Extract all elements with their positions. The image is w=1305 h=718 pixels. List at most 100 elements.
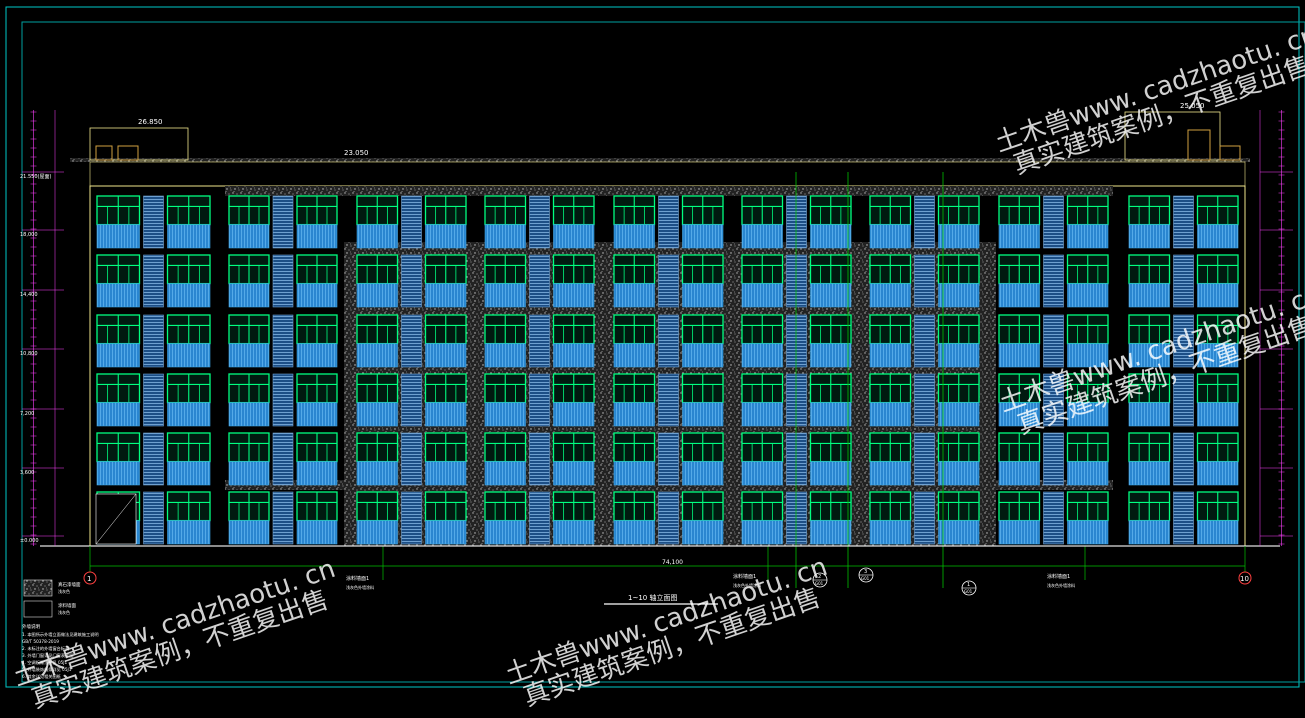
callout-1: 涂料墙面1 [346, 575, 369, 582]
louver-panel [786, 314, 807, 368]
window-unit [869, 432, 980, 486]
svg-text:G01: G01 [964, 589, 973, 594]
balcony-panel [484, 520, 526, 545]
window-unit [1128, 254, 1239, 308]
balcony-panel [810, 343, 852, 368]
louver-panel [272, 254, 294, 308]
legend-stucco-label: 真石漆墙面 [58, 581, 81, 588]
louver-panel [529, 432, 550, 486]
window-unit [484, 432, 595, 486]
balcony-panel [682, 402, 724, 427]
louver-panel [786, 491, 807, 545]
notes-list: 1. 本图所示外墙立面做法见建筑施工说明GB/T 50378-20192. 未标… [22, 631, 99, 680]
window-unit [484, 195, 595, 249]
window-unit [998, 432, 1109, 486]
louver-panel [1173, 254, 1194, 308]
window-unit [613, 195, 724, 249]
balcony-panel [741, 343, 783, 368]
balcony-panel [869, 402, 911, 427]
window-unit [484, 254, 595, 308]
balcony-panel [613, 461, 655, 486]
balcony-panel [296, 283, 338, 308]
callout-1-sub: 浅灰色外墙涂料 [346, 584, 374, 590]
window-unit [1128, 314, 1239, 368]
balcony-panel [682, 283, 724, 308]
balcony-panel [425, 520, 467, 545]
roof-band [89, 161, 1246, 187]
window-unit [228, 373, 338, 427]
louver-panel [272, 432, 294, 486]
balcony-panel [484, 343, 526, 368]
balcony-panel [869, 283, 911, 308]
louver-panel [914, 373, 935, 427]
balcony-panel [296, 402, 338, 427]
legend-stucco-sub: 浅灰色 [58, 588, 70, 594]
louver-panel [401, 373, 422, 427]
callout-2: 涂料墙面1 [733, 573, 756, 580]
louver-panel [143, 373, 164, 427]
louver-panel [1173, 195, 1194, 249]
louver-panel [1173, 314, 1194, 368]
balcony-panel [96, 343, 140, 368]
elevation-drawing: 21.550(屋面) 18,000 14,400 10,800 7,200 3,600 ±0… [5, 6, 1305, 688]
balcony-panel [356, 343, 398, 368]
window-unit [96, 195, 211, 249]
window-unit [96, 432, 211, 486]
balcony-panel [96, 224, 140, 249]
balcony-panel [167, 224, 211, 249]
balcony-panel [228, 343, 270, 368]
window-unit [741, 314, 852, 368]
louver-panel [914, 314, 935, 368]
legend-stucco-swatch [23, 579, 53, 597]
balcony-panel [96, 283, 140, 308]
balcony-panel [1067, 402, 1109, 427]
balcony-panel [998, 402, 1040, 427]
balcony-panel [356, 224, 398, 249]
legend-paint-sub: 浅灰色 [58, 609, 70, 615]
note-line: 1. 本图所示外墙立面做法见建筑施工说明 [22, 631, 99, 638]
window-unit [484, 491, 595, 545]
svg-text:G01: G01 [861, 576, 870, 581]
note-line: 4. 空调板做法参见 05J1 [22, 659, 68, 666]
balcony-panel [356, 402, 398, 427]
louver-panel [143, 491, 164, 545]
louver-panel [786, 432, 807, 486]
balcony-panel [356, 283, 398, 308]
louver-panel [1173, 373, 1194, 427]
window-unit [869, 491, 980, 545]
level-label: 3,600 [20, 470, 34, 476]
balcony-panel [613, 520, 655, 545]
louver-panel [529, 195, 550, 249]
balcony-panel [356, 461, 398, 486]
window-unit [613, 491, 724, 545]
rooftop-door [1187, 129, 1211, 161]
balcony-panel [296, 520, 338, 545]
level-label: ±0.000 [20, 538, 39, 544]
svg-text:1: 1 [967, 582, 970, 588]
note-line: 3. 外墙门窗详见门窗表详图 [22, 652, 73, 659]
balcony-panel [938, 461, 980, 486]
level-label: 10,800 [20, 351, 38, 357]
roof-level-right: 25.050 [1180, 102, 1205, 110]
window-unit [356, 195, 467, 249]
balcony-panel [1197, 343, 1239, 368]
svg-text:3: 3 [864, 569, 867, 575]
balcony-panel [869, 224, 911, 249]
louver-panel [529, 314, 550, 368]
window-unit [1128, 195, 1239, 249]
callout-3: 涂料墙面1 [1047, 573, 1070, 580]
window-unit [228, 254, 338, 308]
rooftop-door [1219, 145, 1241, 161]
louver-panel [401, 254, 422, 308]
louver-panel [786, 195, 807, 249]
balcony-panel [167, 343, 211, 368]
level-label: 21.550(屋面) [20, 174, 51, 180]
balcony-panel [682, 461, 724, 486]
louver-panel [658, 254, 679, 308]
balcony-panel [1067, 343, 1109, 368]
balcony-panel [938, 224, 980, 249]
balcony-panel [484, 224, 526, 249]
window-unit [96, 314, 211, 368]
balcony-panel [1197, 402, 1239, 427]
window-unit [741, 254, 852, 308]
